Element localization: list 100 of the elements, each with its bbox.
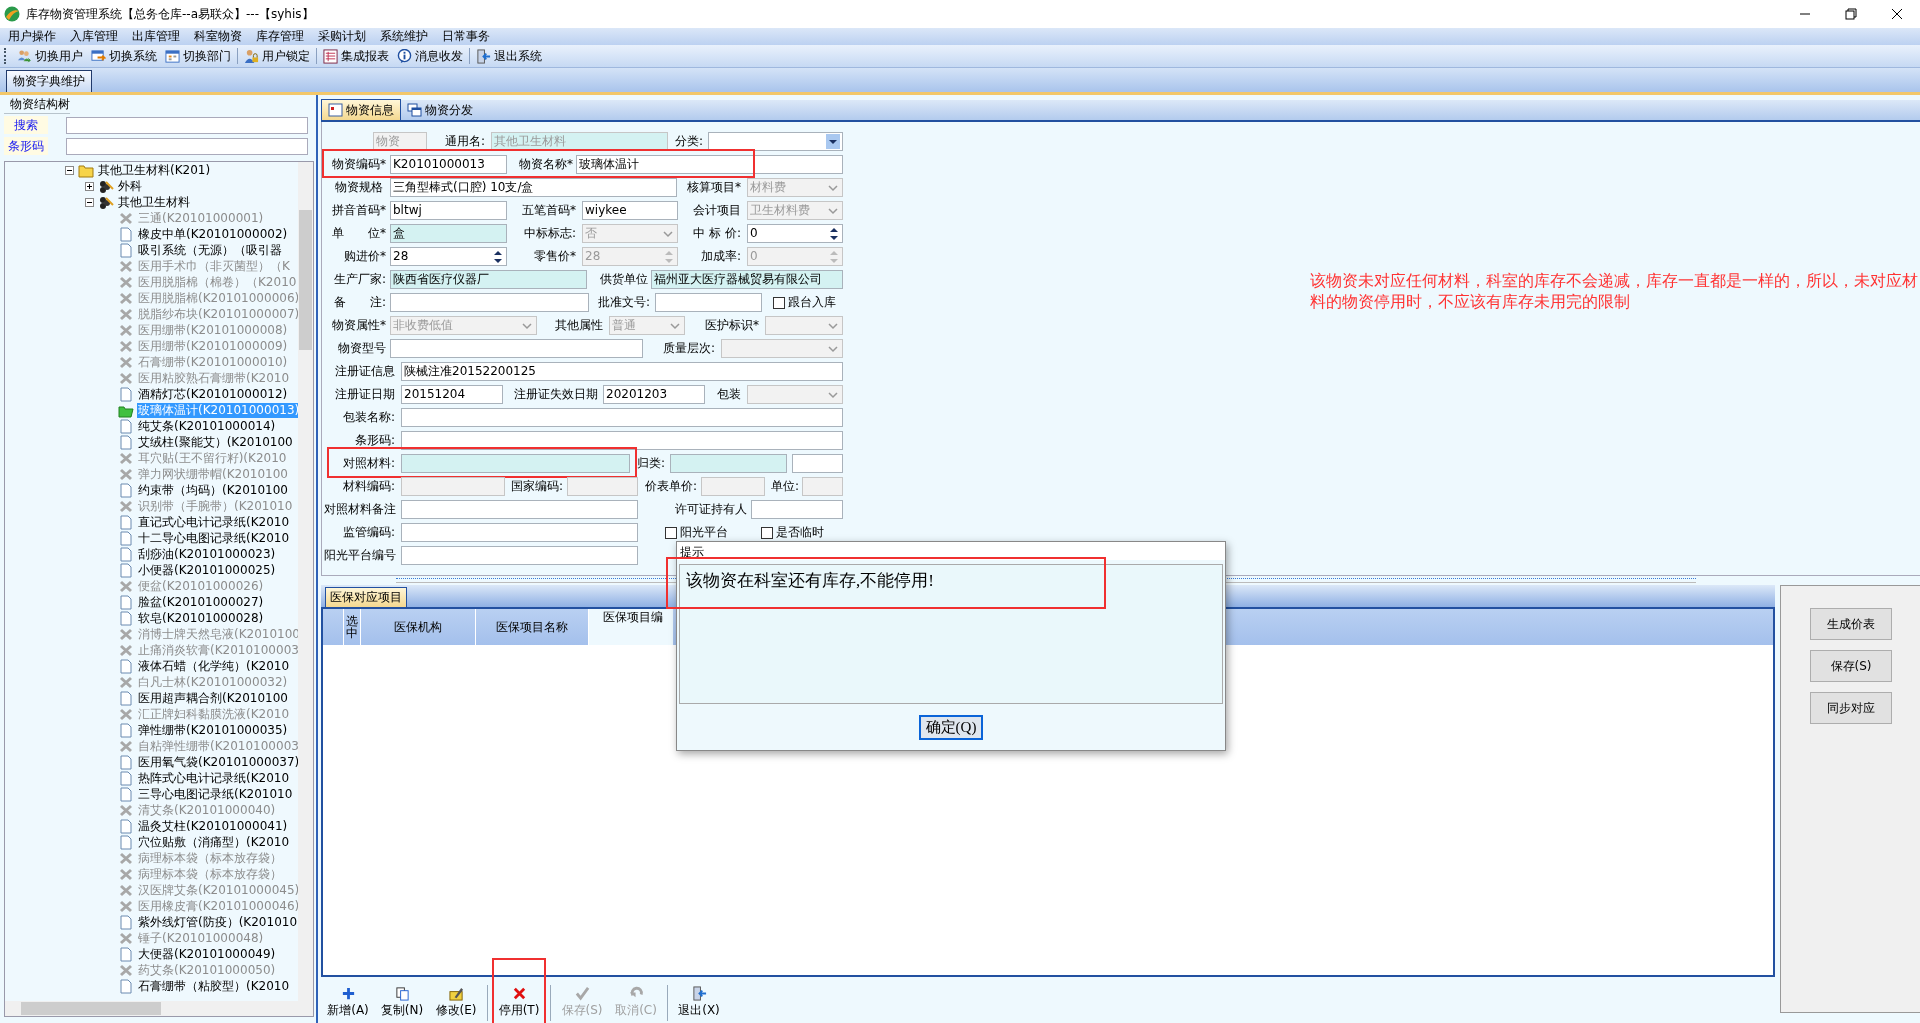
column-header[interactable]: 选中 <box>344 609 361 645</box>
tree-item[interactable]: 液体石蜡（化学纯）(K2010 <box>137 658 291 674</box>
input-field[interactable] <box>401 454 630 473</box>
tree-item[interactable]: 小便器(K20101000025) <box>137 562 277 578</box>
tree-item[interactable]: 紫外线灯管(防疫）(K201010 <box>137 914 298 930</box>
tree-item[interactable]: 艾绒柱(聚能艾）(K2010100 <box>137 434 294 450</box>
input-field[interactable]: 20151204 <box>401 385 503 404</box>
tree-item[interactable]: 穴位贴敷（消痛型）(K2010 <box>137 834 291 850</box>
toolbar-button[interactable]: 切换部门 <box>161 46 235 66</box>
checkbox-option[interactable]: 跟台入库 <box>773 294 843 311</box>
stacked-windows-icon <box>407 103 422 117</box>
tree-item[interactable]: 其他卫生材料(K201) <box>97 162 212 178</box>
input-field[interactable] <box>751 500 843 519</box>
input-field[interactable]: 福州亚大医疗器械贸易有限公司 <box>651 270 843 289</box>
input-field[interactable]: K20101000013 <box>390 155 507 174</box>
form-tab[interactable]: 物资分发 <box>401 100 479 120</box>
side-button[interactable]: 保存(S) <box>1810 650 1892 682</box>
column-header[interactable]: 医保机构 <box>361 609 476 645</box>
document-icon <box>118 530 134 546</box>
input-field[interactable] <box>401 546 638 565</box>
dropdown-field[interactable] <box>708 132 843 151</box>
tree-item[interactable]: 外科 <box>117 178 143 194</box>
ok-button[interactable]: 确定(Q) <box>918 714 984 740</box>
tree-item[interactable]: 直记式心电计记录纸(K2010 <box>137 514 291 530</box>
input-field[interactable]: 陕西省医疗仪器厂 <box>390 270 587 289</box>
toolbar-button[interactable]: 消息收发 <box>393 46 467 66</box>
action-button[interactable]: 复制(N) <box>375 984 429 1021</box>
tree-item[interactable]: 温灸艾柱(K20101000041) <box>137 818 289 834</box>
tree-item[interactable]: 橡皮中单(K20101000002) <box>137 226 289 242</box>
expand-toggle[interactable] <box>85 181 94 191</box>
x-icon <box>118 578 134 594</box>
input-field[interactable] <box>792 454 843 473</box>
number-field[interactable]: 0 <box>747 224 843 243</box>
tree-item[interactable]: 吸引系统（无源）（吸引器 <box>137 242 283 258</box>
tree-item[interactable]: 脸盆(K20101000027) <box>137 594 265 610</box>
input-field[interactable]: 玻璃体温计 <box>576 155 843 174</box>
tree-item[interactable]: 弹性绷带(K20101000035) <box>137 722 289 738</box>
barcode-field[interactable] <box>66 137 308 155</box>
input-field[interactable]: 陕械注准20152200125 <box>401 362 843 381</box>
checkbox[interactable] <box>665 526 677 539</box>
input-field[interactable]: 三角型棒式(口腔) 10支/盒 <box>390 178 677 197</box>
checkbox-option[interactable]: 阳光平台 <box>665 524 745 541</box>
input-field[interactable]: 盒 <box>390 224 507 243</box>
panel-tab[interactable]: 医保对应项目 <box>325 587 407 607</box>
action-button[interactable]: 退出(X) <box>672 984 726 1021</box>
tree-item[interactable]: 约束带（均码）(K2010100 <box>137 482 289 498</box>
checkbox[interactable] <box>773 296 785 309</box>
action-button[interactable]: 修改(E) <box>429 984 483 1021</box>
side-button[interactable]: 同步对应 <box>1810 692 1892 724</box>
menu-item[interactable]: 系统维护 <box>374 28 436 45</box>
input-field[interactable]: wiykee <box>582 201 678 220</box>
tree-item[interactable]: 纯艾条(K20101000014) <box>137 418 277 434</box>
menu-item[interactable]: 用户操作 <box>2 28 64 45</box>
input-field[interactable] <box>401 523 638 542</box>
input-field[interactable] <box>655 293 762 312</box>
horizontal-scrollbar[interactable] <box>5 1001 313 1016</box>
tree-item[interactable]: 石膏绷带（粘胶型）(K2010 <box>137 978 291 994</box>
tree-item[interactable]: 热阵式心电计记录纸(K2010 <box>137 770 291 786</box>
toolbar-button[interactable]: 退出系统 <box>472 46 546 66</box>
input-field[interactable] <box>390 293 589 312</box>
field-label: 单 位* <box>331 225 387 242</box>
input-field[interactable] <box>390 339 643 358</box>
checkbox-option[interactable]: 是否临时 <box>761 524 843 541</box>
vertical-scrollbar[interactable] <box>298 162 313 1001</box>
tree-item[interactable]: 十二导心电图记录纸(K2010 <box>137 530 291 546</box>
tree-item[interactable]: 大便器(K20101000049) <box>137 946 277 962</box>
input-field[interactable] <box>670 454 787 473</box>
tree-item[interactable]: 其他卫生材料 <box>117 194 191 210</box>
toolbar-button[interactable]: 集成报表 <box>319 46 393 66</box>
toolbar-button[interactable]: 用户锁定 <box>240 46 314 66</box>
tree-item[interactable]: 酒精灯芯(K20101000012) <box>137 386 289 402</box>
tree-item[interactable]: 软皂(K20101000028) <box>137 610 265 626</box>
toolbar-button[interactable]: 切换系统 <box>87 46 161 66</box>
action-button[interactable]: 新增(A) <box>321 984 375 1021</box>
input-field[interactable] <box>401 500 638 519</box>
number-field[interactable]: 28 <box>390 247 507 266</box>
form-tab[interactable]: 物资信息 <box>321 99 401 120</box>
input-field[interactable]: bltwj <box>390 201 507 220</box>
input-field[interactable] <box>401 408 843 427</box>
checkbox[interactable] <box>761 526 773 539</box>
action-button[interactable]: 停用(T) <box>492 984 546 1021</box>
collapse-toggle[interactable] <box>85 197 94 207</box>
input-field[interactable] <box>401 431 843 450</box>
menu-item[interactable]: 日常事务 <box>436 28 498 45</box>
menu-item[interactable]: 入库管理 <box>64 28 126 45</box>
menu-item[interactable]: 采购计划 <box>312 28 374 45</box>
tree-item[interactable]: 医用超声耦合剂(K2010100 <box>137 690 289 706</box>
collapse-toggle[interactable] <box>65 165 74 175</box>
menu-item[interactable]: 库存管理 <box>250 28 312 45</box>
page-tab[interactable]: 物资字典维护 <box>6 70 92 92</box>
tree-item[interactable]: 医用氧气袋(K20101000037) <box>137 754 298 770</box>
menu-item[interactable]: 科室物资 <box>188 28 250 45</box>
tree-item[interactable]: 刮痧油(K20101000023) <box>137 546 277 562</box>
column-header[interactable]: 医保项目编 <box>589 609 673 645</box>
side-button[interactable]: 生成价表 <box>1810 608 1892 640</box>
toolbar-button[interactable]: 切换用户 <box>13 46 87 66</box>
menu-item[interactable]: 出库管理 <box>126 28 188 45</box>
tree-item[interactable]: 三导心电图记录纸(K201010 <box>137 786 294 802</box>
search-field[interactable] <box>66 116 308 134</box>
input-field[interactable]: 20201203 <box>603 385 705 404</box>
